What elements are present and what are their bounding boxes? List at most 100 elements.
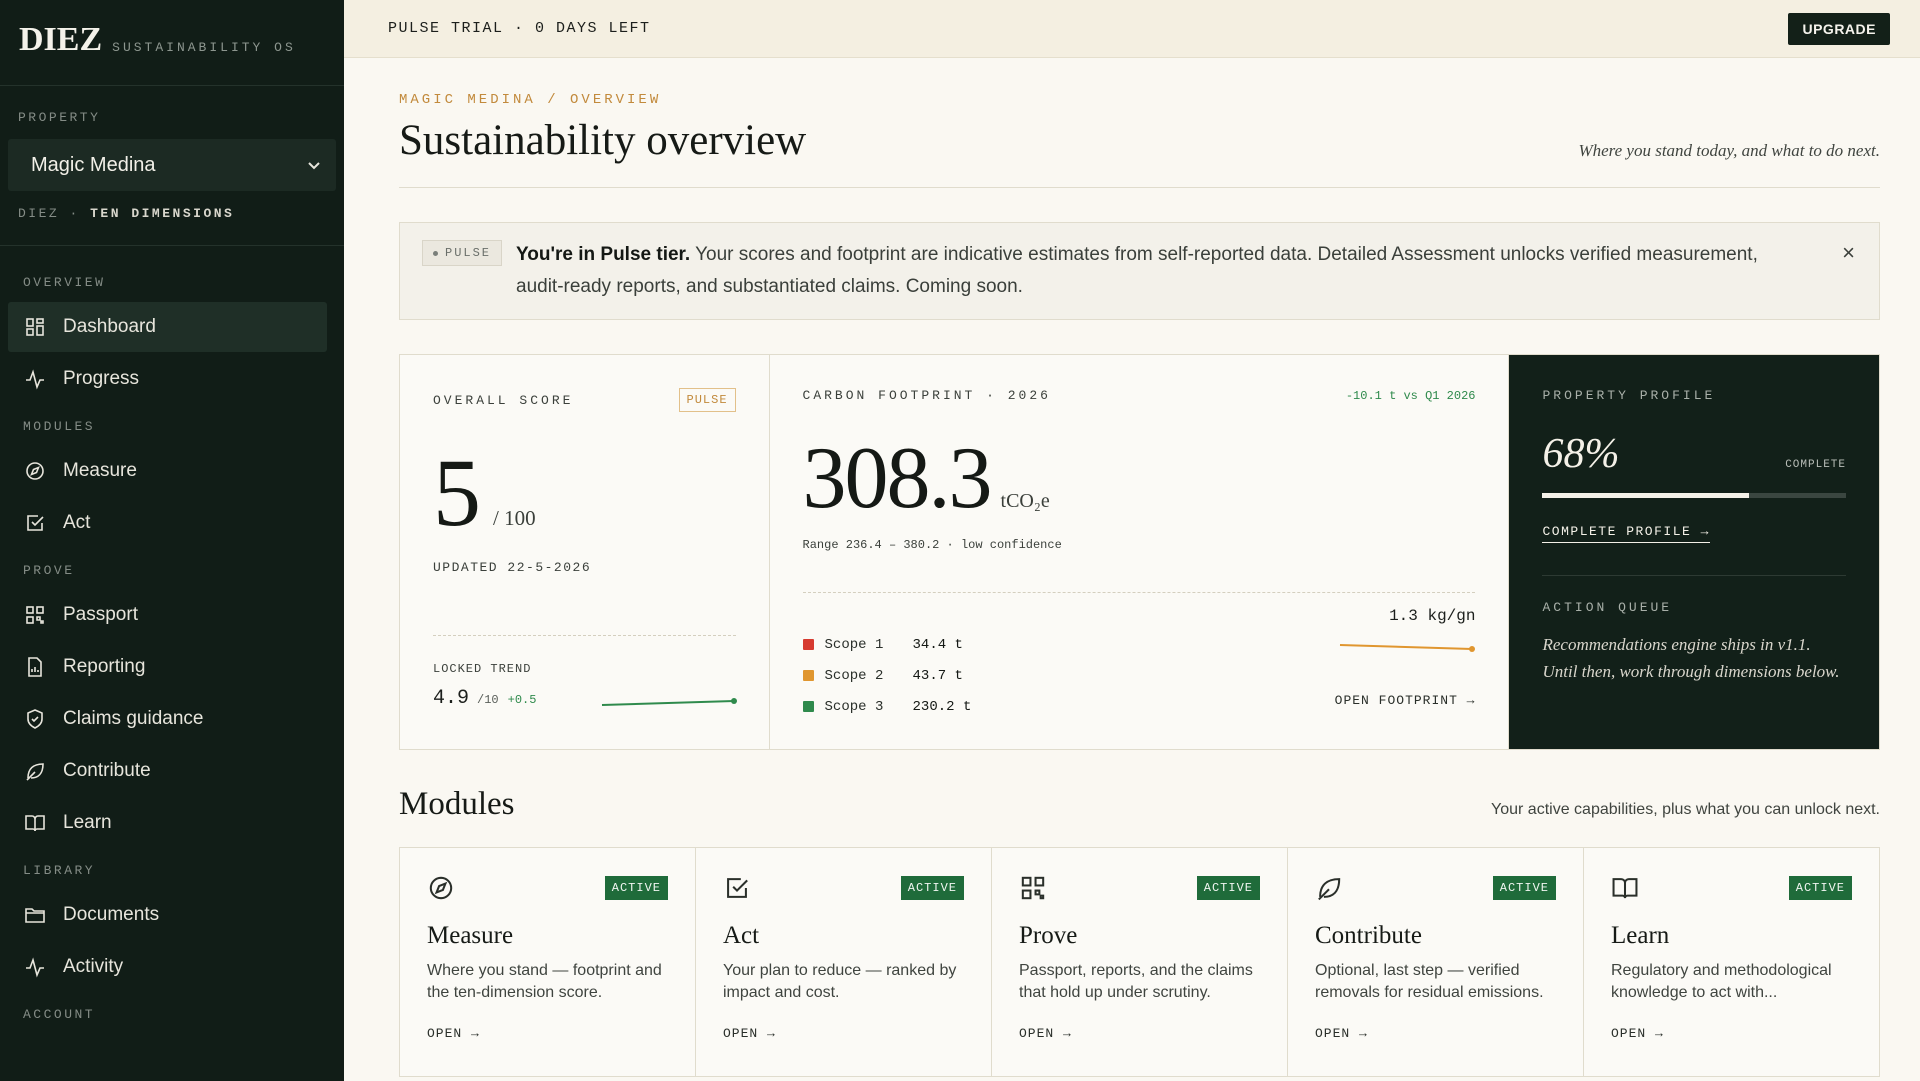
card-label: CARBON FOOTPRINT · 2026 <box>802 388 1051 403</box>
sidebar: DIEZ SUSTAINABILITY OS PROPERTY Magic Me… <box>0 0 344 1081</box>
folder-icon <box>25 908 45 923</box>
module-open-link[interactable]: OPEN → <box>1315 1026 1556 1041</box>
sidebar-item-label: Progress <box>63 368 140 389</box>
sidebar-item-learn[interactable]: Learn <box>8 798 327 848</box>
page-title: Sustainability overview <box>399 117 807 164</box>
sidebar-item-label: Reporting <box>63 656 146 677</box>
scope-list: Scope 1 34.4 t Scope 2 43.7 t Scope 3 23… <box>802 629 972 722</box>
module-open-link[interactable]: OPEN → <box>1019 1026 1260 1041</box>
sidebar-item-label: Contribute <box>63 760 151 781</box>
compass-icon <box>26 462 44 480</box>
dashboard-icon <box>26 318 44 336</box>
module-card-prove[interactable]: ACTIVE Prove Passport, reports, and the … <box>992 848 1288 1076</box>
sidebar-item-label: Measure <box>63 460 137 481</box>
scope-value: 230.2 t <box>912 698 972 715</box>
scope-row: Scope 1 34.4 t <box>802 629 972 660</box>
nav-section-library: LIBRARY <box>23 862 96 878</box>
brand[interactable]: DIEZ SUSTAINABILITY OS <box>0 0 344 86</box>
sidebar-item-label: Act <box>63 512 91 533</box>
sidebar-item-act[interactable]: Act <box>8 498 327 548</box>
module-open-link[interactable]: OPEN → <box>723 1026 964 1041</box>
leaf-icon <box>1318 878 1341 901</box>
module-description: Your plan to reduce — ranked by impact a… <box>723 962 957 1001</box>
page-subtitle: Where you stand today, and what to do ne… <box>1578 141 1880 160</box>
pulse-chip: PULSE <box>422 240 503 266</box>
module-name: Measure <box>427 922 514 949</box>
scope-name: Scope 2 <box>824 667 884 684</box>
sidebar-item-documents[interactable]: Documents <box>8 890 327 940</box>
carbon-delta: -10.1 t vs Q1 2026 <box>1345 388 1476 403</box>
divider <box>1542 575 1847 576</box>
property-profile-card: PROPERTY PROFILE 68% COMPLETE COMPLETE P… <box>1509 355 1880 749</box>
main-content: MAGIC MEDINA / OVERVIEW Sustainability o… <box>399 58 1880 1077</box>
property-block: PROPERTY Magic Medina DIEZ · TEN DIMENSI… <box>0 86 344 246</box>
module-card-learn[interactable]: ACTIVE Learn Regulatory and methodologic… <box>1584 848 1879 1076</box>
divider <box>802 592 1476 594</box>
carbon-intensity: 1.3 kg/gn <box>1389 607 1476 625</box>
summary-cards: OVERALL SCORE PULSE 5 / 100 UPDATED 22-5… <box>399 354 1880 750</box>
module-open-link[interactable]: OPEN → <box>427 1026 668 1041</box>
property-label: PROPERTY <box>18 110 101 125</box>
module-card-act[interactable]: ACTIVE Act Your plan to reduce — ranked … <box>696 848 992 1076</box>
sidebar-item-label: Claims guidance <box>63 708 204 729</box>
module-open-link[interactable]: OPEN → <box>1611 1026 1852 1041</box>
card-label: PROPERTY PROFILE <box>1542 388 1716 403</box>
sidebar-item-measure[interactable]: Measure <box>8 446 327 496</box>
checkbox-icon <box>727 878 748 898</box>
module-name: Contribute <box>1315 922 1422 949</box>
overall-score-card: OVERALL SCORE PULSE 5 / 100 UPDATED 22-5… <box>400 355 770 749</box>
sidebar-item-label: Passport <box>63 604 138 625</box>
sidebar-item-claims[interactable]: Claims guidance <box>8 694 327 744</box>
open-footprint-link[interactable]: OPEN FOOTPRINT → <box>1335 693 1476 708</box>
modules-header: Modules Your active capabilities, plus w… <box>399 786 1880 823</box>
sidebar-item-reporting[interactable]: Reporting <box>8 642 327 692</box>
status-badge: ACTIVE <box>604 876 668 900</box>
overall-score-denominator: / 100 <box>493 506 536 530</box>
scope-swatch <box>802 639 814 650</box>
nav-section-modules: MODULES <box>23 418 96 434</box>
breadcrumb: MAGIC MEDINA / OVERVIEW <box>399 92 662 108</box>
checkbox-icon <box>27 515 44 531</box>
trend-delta: +0.5 <box>507 693 537 708</box>
close-icon[interactable]: × <box>1842 237 1855 269</box>
qr-code-icon <box>1021 876 1045 900</box>
property-select[interactable]: Magic Medina <box>8 139 336 191</box>
chevron-down-icon <box>308 162 320 170</box>
modules-subtitle: Your active capabilities, plus what you … <box>1491 801 1880 818</box>
property-value: Magic Medina <box>31 153 156 176</box>
brand-logo: DIEZ <box>19 21 103 58</box>
module-card-contribute[interactable]: ACTIVE Contribute Optional, last step — … <box>1288 848 1584 1076</box>
trial-bar: PULSE TRIAL · 0 DAYS LEFT UPGRADE <box>344 0 1920 58</box>
module-name: Learn <box>1611 922 1670 949</box>
activity-icon <box>26 369 44 390</box>
module-description: Optional, last step — verified removals … <box>1315 962 1544 1001</box>
module-description: Passport, reports, and the claims that h… <box>1019 962 1253 1001</box>
sidebar-item-activity[interactable]: Activity <box>8 942 327 992</box>
sidebar-item-label: Learn <box>63 812 112 833</box>
profile-progress-bar <box>1542 493 1847 498</box>
score-sparkline <box>601 698 737 706</box>
upgrade-button[interactable]: UPGRADE <box>1788 12 1890 45</box>
property-org-name: DIEZ <box>18 206 60 221</box>
sidebar-item-dashboard[interactable]: Dashboard <box>8 302 327 352</box>
property-org-sub: TEN DIMENSIONS <box>90 206 235 221</box>
carbon-unit: tCO₂e <box>1000 490 1050 512</box>
sidebar-item-progress[interactable]: Progress <box>8 354 327 404</box>
banner-text: You're in Pulse tier. Your scores and fo… <box>516 244 1758 297</box>
banner-body: Your scores and footprint are indicative… <box>516 244 1758 297</box>
book-icon <box>1612 878 1638 899</box>
pulse-tier-banner: PULSE You're in Pulse tier. Your scores … <box>399 222 1880 320</box>
complete-profile-link[interactable]: COMPLETE PROFILE → <box>1542 524 1710 543</box>
scope-name: Scope 1 <box>824 636 884 653</box>
action-queue-text: Recommendations engine ships in v1.1. Un… <box>1542 635 1840 681</box>
banner-bold: You're in Pulse tier. <box>516 244 691 265</box>
module-description: Where you stand — footprint and the ten-… <box>427 962 662 1001</box>
leaf-icon <box>26 763 44 781</box>
module-card-measure[interactable]: ACTIVE Measure Where you stand — footpri… <box>400 848 696 1076</box>
nav-section-account: ACCOUNT <box>23 1006 96 1022</box>
sidebar-item-label: Dashboard <box>63 316 156 337</box>
sidebar-item-contribute[interactable]: Contribute <box>8 746 327 796</box>
scope-value: 43.7 t <box>912 667 963 684</box>
status-badge: ACTIVE <box>1196 876 1260 900</box>
sidebar-item-passport[interactable]: Passport <box>8 590 327 640</box>
